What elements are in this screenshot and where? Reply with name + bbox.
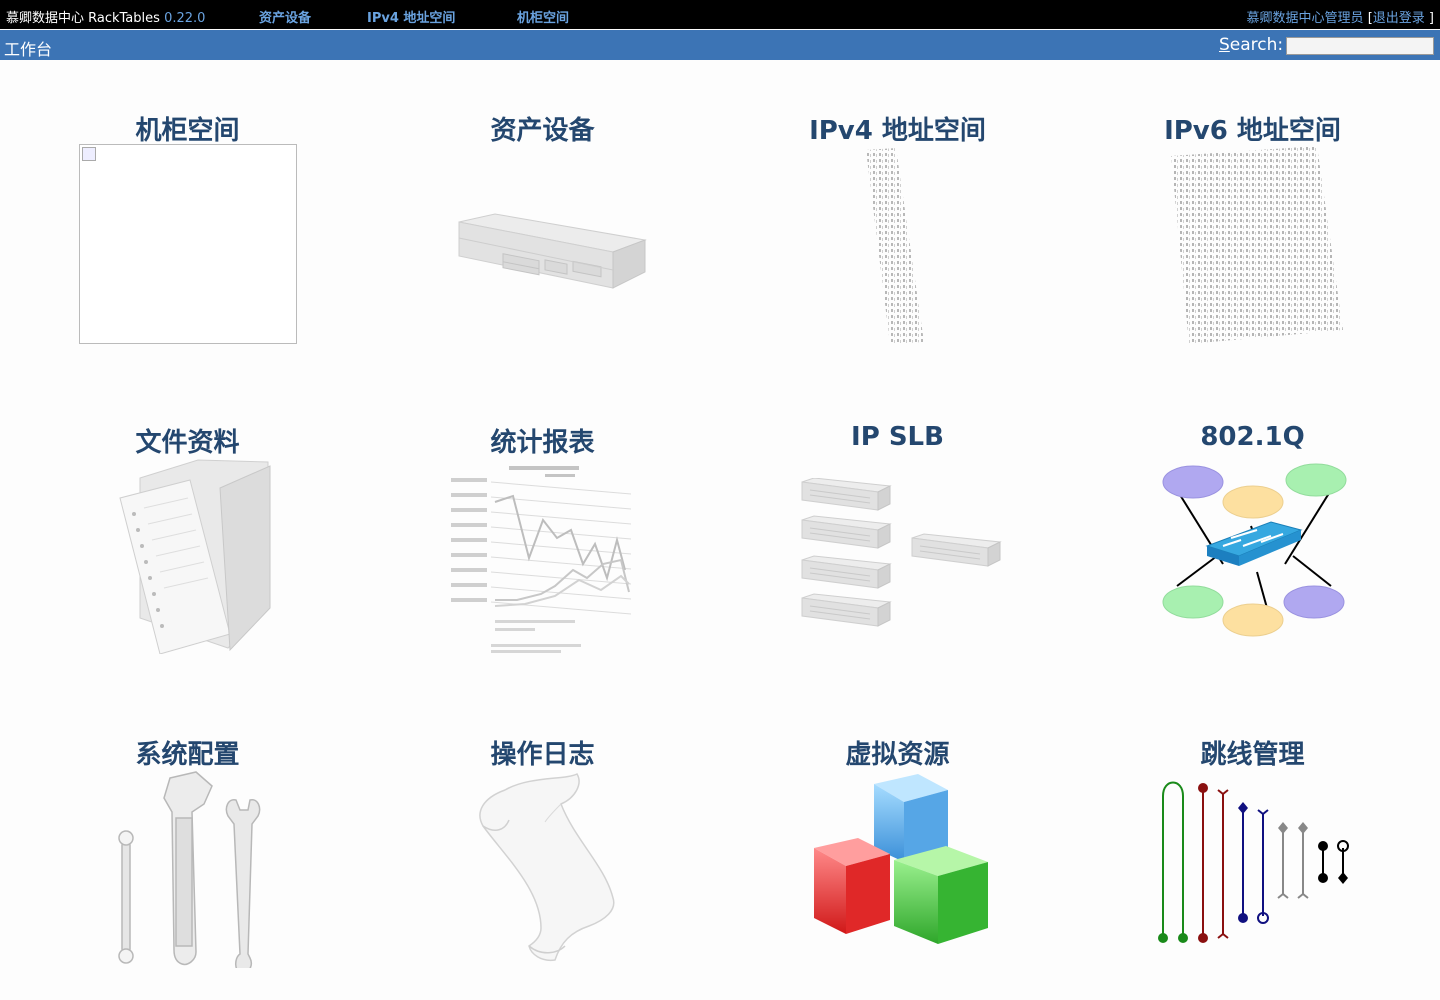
tile-title[interactable]: 资产设备	[365, 110, 720, 147]
folder-icon[interactable]	[80, 458, 280, 654]
bracket-close: ]	[1428, 11, 1434, 26]
tile-title[interactable]: 系统配置	[10, 734, 365, 771]
breadcrumb-bar: 工作台 Search:	[0, 30, 1440, 60]
ipv4-binary-icon[interactable]	[860, 146, 930, 346]
nav-link-racks[interactable]: 机柜空间	[517, 7, 569, 26]
app-brand: 慕卿数据中心 RackTables 0.22.0	[6, 7, 205, 26]
tile-title[interactable]: 802.1Q	[1075, 422, 1430, 452]
breadcrumb[interactable]: 工作台	[4, 36, 52, 60]
tile-title[interactable]: 跳线管理	[1075, 734, 1430, 771]
vlan-switch-icon[interactable]	[1161, 460, 1347, 642]
ipv6-binary-icon[interactable]	[1167, 146, 1347, 346]
server-icon[interactable]	[453, 210, 649, 296]
report-chart-icon[interactable]	[445, 460, 635, 656]
nav-link-ipv4[interactable]: IPv4 地址空间	[367, 7, 455, 26]
tile-title[interactable]: 机柜空间	[10, 110, 365, 147]
top-navigation-bar: 慕卿数据中心 RackTables 0.22.0 资产设备 IPv4 地址空间 …	[0, 0, 1440, 29]
app-version: 0.22.0	[164, 11, 206, 26]
cubes-icon[interactable]	[798, 774, 1000, 954]
tools-icon[interactable]	[108, 768, 268, 968]
load-balancer-icon[interactable]	[800, 478, 1004, 634]
user-name-link[interactable]: 慕卿数据中心管理员	[1247, 11, 1364, 26]
search-accesskey: S	[1219, 35, 1230, 55]
tile-title[interactable]: IPv4 地址空间	[720, 110, 1075, 147]
search-label: Search:	[1219, 35, 1283, 55]
patch-cable-icon[interactable]	[1155, 778, 1355, 948]
user-area: 慕卿数据中心管理员 [退出登录 ]	[1247, 7, 1434, 26]
logout-link[interactable]: 退出登录	[1373, 11, 1425, 26]
search-label-text: earch:	[1229, 35, 1284, 55]
brand-name: 慕卿数据中心 RackTables	[6, 11, 160, 26]
tile-title[interactable]: 操作日志	[365, 734, 720, 771]
tile-title[interactable]: 统计报表	[365, 422, 720, 459]
broken-image-icon[interactable]	[79, 144, 297, 344]
tile-title[interactable]: IP SLB	[720, 422, 1075, 452]
search-input[interactable]	[1286, 37, 1434, 55]
tile-title[interactable]: 文件资料	[10, 422, 365, 459]
tile-title[interactable]: 虚拟资源	[720, 734, 1075, 771]
nav-link-assets[interactable]: 资产设备	[259, 7, 311, 26]
scroll-icon[interactable]	[465, 770, 625, 966]
tile-title[interactable]: IPv6 地址空间	[1075, 110, 1430, 147]
